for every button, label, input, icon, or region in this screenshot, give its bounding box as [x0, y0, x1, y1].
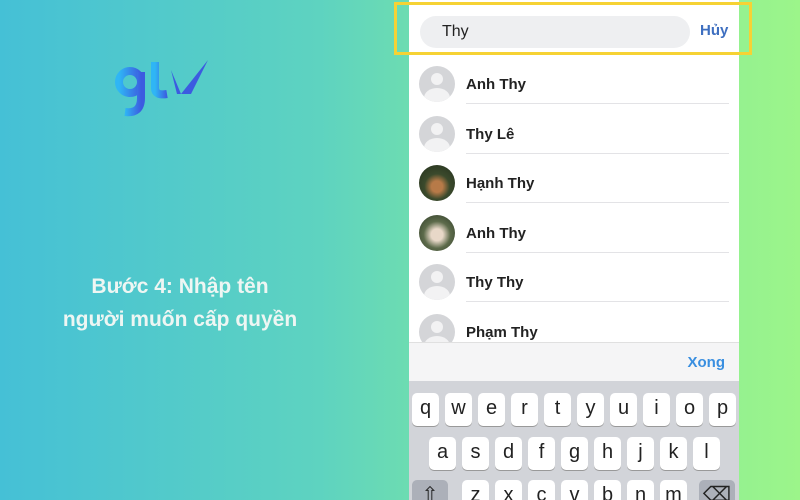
key-j[interactable]: j	[627, 437, 654, 470]
keyboard: q w e r t y u i o p a s d f g h j k l z x c v b n m ⇧ ⌫	[409, 381, 739, 500]
key-h[interactable]: h	[594, 437, 621, 470]
contact-row[interactable]: Hạnh Thy	[409, 154, 739, 203]
key-k[interactable]: k	[660, 437, 687, 470]
contact-name: Phạm Thy	[466, 323, 538, 341]
contact-name: Thy Thy	[466, 274, 524, 291]
key-t[interactable]: t	[544, 393, 571, 426]
key-g[interactable]: g	[561, 437, 588, 470]
contact-name: Anh Thy	[466, 76, 526, 93]
contact-row[interactable]: Anh Thy	[409, 204, 739, 253]
contact-name: Hạnh Thy	[466, 175, 535, 192]
key-q[interactable]: q	[412, 393, 439, 426]
key-d[interactable]: d	[495, 437, 522, 470]
key-s[interactable]: s	[462, 437, 489, 470]
contact-row[interactable]: Anh Thy	[409, 55, 739, 104]
key-l[interactable]: l	[693, 437, 720, 470]
key-f[interactable]: f	[528, 437, 555, 470]
avatar	[419, 264, 455, 300]
key-b[interactable]: b	[594, 480, 621, 500]
key-m[interactable]: m	[660, 480, 687, 500]
key-i[interactable]: i	[643, 393, 670, 426]
key-z[interactable]: z	[462, 480, 489, 500]
caption-line-2: người muốn cấp quyền	[62, 308, 298, 331]
caption-line-1: Bước 4: Nhập tên	[91, 275, 269, 298]
contact-name: Anh Thy	[466, 224, 526, 242]
key-r[interactable]: r	[511, 393, 538, 426]
avatar	[419, 115, 455, 152]
contact-row[interactable]: Thy Thy	[409, 253, 739, 302]
gtv-logo	[115, 60, 208, 117]
avatar	[419, 165, 455, 201]
phone-screen: Thy Hủy Anh Thy Thy Lê Hạnh Thy Anh Thy Thy …	[409, 0, 739, 500]
avatar	[419, 214, 455, 251]
key-c[interactable]: c	[528, 480, 555, 500]
key-o[interactable]: o	[676, 393, 703, 426]
key-v[interactable]: v	[561, 480, 588, 500]
key-a[interactable]: a	[429, 437, 456, 470]
contact-name: Thy Lê	[466, 125, 515, 143]
shift-key[interactable]: ⇧	[412, 480, 448, 500]
step-caption: Bước 4: Nhập tên người muốn cấp quyền	[30, 270, 330, 336]
key-x[interactable]: x	[495, 480, 522, 500]
done-button[interactable]: Xong	[688, 354, 726, 371]
key-y[interactable]: y	[577, 393, 604, 426]
key-w[interactable]: w	[445, 393, 472, 426]
key-n[interactable]: n	[627, 480, 654, 500]
contact-row[interactable]: Thy Lê	[409, 105, 739, 154]
key-p[interactable]: p	[709, 393, 736, 426]
avatar	[419, 66, 455, 102]
key-u[interactable]: u	[610, 393, 637, 426]
keyboard-toolbar: Xong	[409, 342, 739, 381]
backspace-key[interactable]: ⌫	[699, 480, 735, 500]
search-highlight-box	[394, 2, 752, 55]
key-e[interactable]: e	[478, 393, 505, 426]
